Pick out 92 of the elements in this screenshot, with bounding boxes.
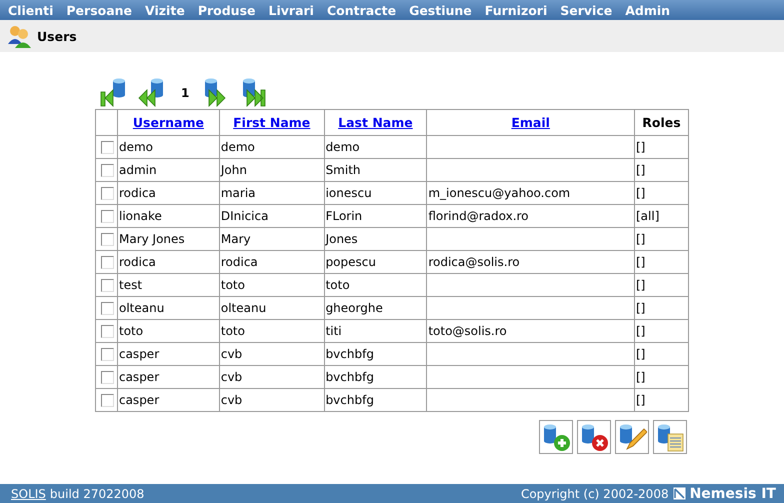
users-icon: [7, 24, 33, 48]
row-checkbox[interactable]: [101, 256, 114, 270]
table-cell: DInicica: [219, 204, 324, 228]
table-cell: Jones: [324, 228, 427, 250]
row-checkbox[interactable]: [101, 279, 114, 292]
table-cell: bvchbfg: [324, 366, 427, 388]
table-cell: []: [634, 182, 688, 204]
menu-item[interactable]: Admin: [625, 2, 670, 18]
menu-item[interactable]: Clienti: [8, 2, 54, 18]
table-cell: m_ionescu@yahoo.com: [426, 182, 634, 204]
menu-item[interactable]: Livrari: [268, 2, 314, 18]
table-cell: []: [634, 136, 688, 158]
table-cell: FLorin: [324, 204, 427, 228]
table-cell: olteanu: [117, 296, 220, 320]
table-cell: olteanu: [219, 296, 324, 320]
table-cell: bvchbfg: [324, 342, 427, 366]
table-cell: cvb: [219, 342, 324, 366]
table-cell: casper: [117, 388, 220, 412]
table-cell: []: [634, 388, 688, 412]
table-cell: florind@radox.ro: [426, 204, 634, 228]
page-title: Users: [37, 28, 77, 44]
table-cell: casper: [117, 366, 220, 388]
table-cell: demo: [219, 136, 324, 158]
edit-button[interactable]: [615, 420, 649, 454]
table-cell: []: [634, 296, 688, 320]
table-cell: rodica: [219, 250, 324, 274]
table-cell: []: [634, 158, 688, 182]
table-cell: Mary Jones: [117, 228, 220, 250]
database-add-icon: [541, 422, 571, 452]
logo-icon: [672, 487, 686, 500]
table-cell: gheorghe: [324, 296, 427, 320]
table-cell: Mary: [219, 228, 324, 250]
menu-item[interactable]: Service: [560, 2, 612, 18]
row-checkbox[interactable]: [101, 325, 114, 338]
menu-item[interactable]: Produse: [198, 2, 256, 18]
row-checkbox[interactable]: [101, 164, 114, 178]
row-checkbox[interactable]: [101, 233, 114, 246]
table-cell: maria: [219, 182, 324, 204]
menu-item[interactable]: Furnizori: [484, 2, 548, 18]
table-cell: toto: [324, 274, 427, 296]
table-cell: rodica: [117, 182, 220, 204]
table-cell: []: [634, 228, 688, 250]
table-cell: []: [634, 342, 688, 366]
table-cell: [all]: [634, 204, 688, 228]
table-cell: test: [117, 274, 220, 296]
table-cell: admin: [117, 158, 220, 182]
row-checkbox[interactable]: [101, 348, 114, 362]
table-cell: []: [634, 250, 688, 274]
table-cell: demo: [324, 136, 427, 158]
table-cell: John: [219, 158, 324, 182]
database-pencil-icon: [617, 422, 647, 452]
row-checkbox[interactable]: [101, 394, 114, 408]
app-link[interactable]: SOLIS: [11, 486, 46, 500]
table-cell: bvchbfg: [324, 388, 427, 412]
database-document-icon: [655, 422, 685, 452]
row-checkbox[interactable]: [101, 141, 114, 154]
menu-item[interactable]: Gestiune: [409, 2, 472, 18]
table-cell: ionescu: [324, 182, 427, 204]
table-cell: rodica@solis.ro: [426, 250, 634, 274]
column-header-link[interactable]: Email: [511, 115, 550, 130]
page-number: 1: [180, 86, 190, 102]
menu-item[interactable]: Persoane: [66, 2, 132, 18]
table-cell: []: [634, 274, 688, 296]
table-cell: []: [634, 320, 688, 342]
table-cell: cvb: [219, 366, 324, 388]
table-cell: demo: [117, 136, 220, 158]
copyright-text: Copyright (c) 2002-2008: [520, 486, 669, 500]
table-cell: rodica: [117, 250, 220, 274]
table-cell: lionake: [117, 204, 220, 228]
database-delete-icon: [579, 422, 609, 452]
table-cell: toto@solis.ro: [426, 320, 634, 342]
table-cell: toto: [117, 320, 220, 342]
table-cell: titi: [324, 320, 427, 342]
table-cell: Smith: [324, 158, 427, 182]
row-checkbox[interactable]: [101, 371, 114, 384]
add-button[interactable]: [539, 420, 573, 454]
table-cell: []: [634, 366, 688, 388]
table-cell: toto: [219, 320, 324, 342]
details-button[interactable]: [653, 420, 687, 454]
table-cell: popescu: [324, 250, 427, 274]
table-cell: cvb: [219, 388, 324, 412]
table-cell: toto: [219, 274, 324, 296]
menu-item[interactable]: Contracte: [326, 2, 396, 18]
menu-item[interactable]: Vizite: [145, 2, 185, 18]
brand-name: Nemesis IT: [690, 486, 776, 502]
row-checkbox[interactable]: [101, 302, 114, 316]
delete-button[interactable]: [577, 420, 611, 454]
column-header: Roles: [642, 115, 681, 130]
row-checkbox[interactable]: [101, 187, 114, 200]
table-cell: casper: [117, 342, 220, 366]
build-text: build 27022008: [50, 486, 144, 500]
row-checkbox[interactable]: [101, 210, 114, 224]
